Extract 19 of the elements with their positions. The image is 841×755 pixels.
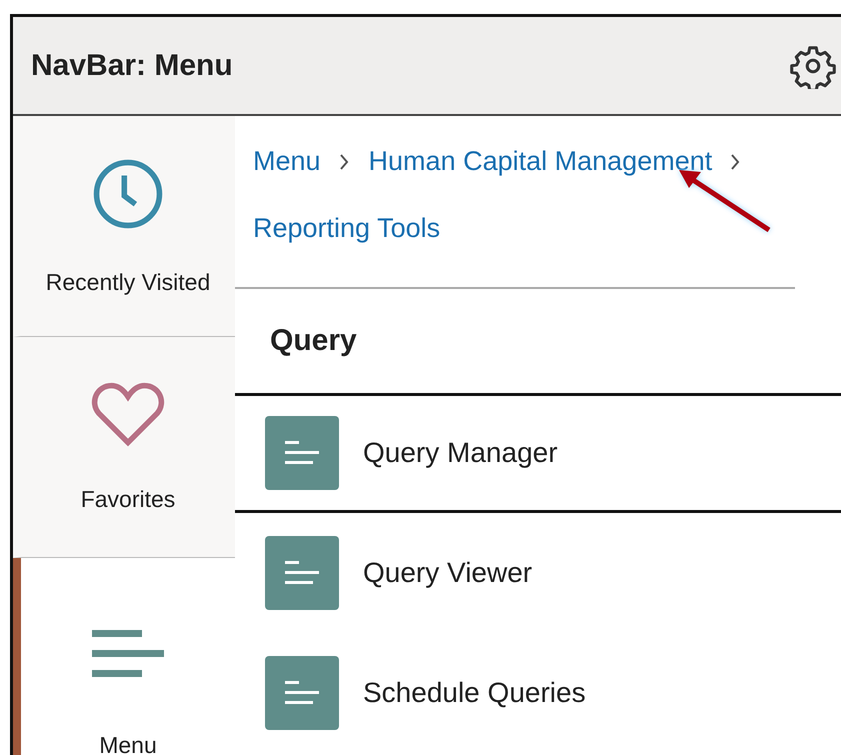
menu-icon — [92, 630, 164, 680]
document-icon — [265, 656, 339, 730]
section-title: Query — [269, 323, 358, 359]
menu-item[interactable]: Query Viewer — [235, 513, 841, 633]
document-icon — [265, 536, 339, 610]
sidebar-label: Menu — [99, 732, 157, 755]
menu-item[interactable]: Query Manager — [235, 393, 841, 513]
document-icon — [265, 416, 339, 490]
chevron-icon — [338, 154, 349, 170]
menu-item[interactable]: Schedule Queries — [235, 633, 841, 753]
sidebar-item[interactable]: Menu — [13, 558, 235, 755]
breadcrumb-link[interactable]: Reporting Tools — [253, 213, 440, 244]
heart-icon — [91, 382, 165, 448]
breadcrumb-link[interactable]: Menu — [253, 146, 321, 177]
breadcrumb-link[interactable]: Human Capital Management — [368, 146, 712, 177]
sidebar-label: Favorites — [80, 486, 176, 512]
sidebar-label: Recently Visited — [46, 268, 210, 296]
chevron-icon — [730, 154, 740, 170]
window-title: NavBar: Menu — [31, 48, 233, 82]
